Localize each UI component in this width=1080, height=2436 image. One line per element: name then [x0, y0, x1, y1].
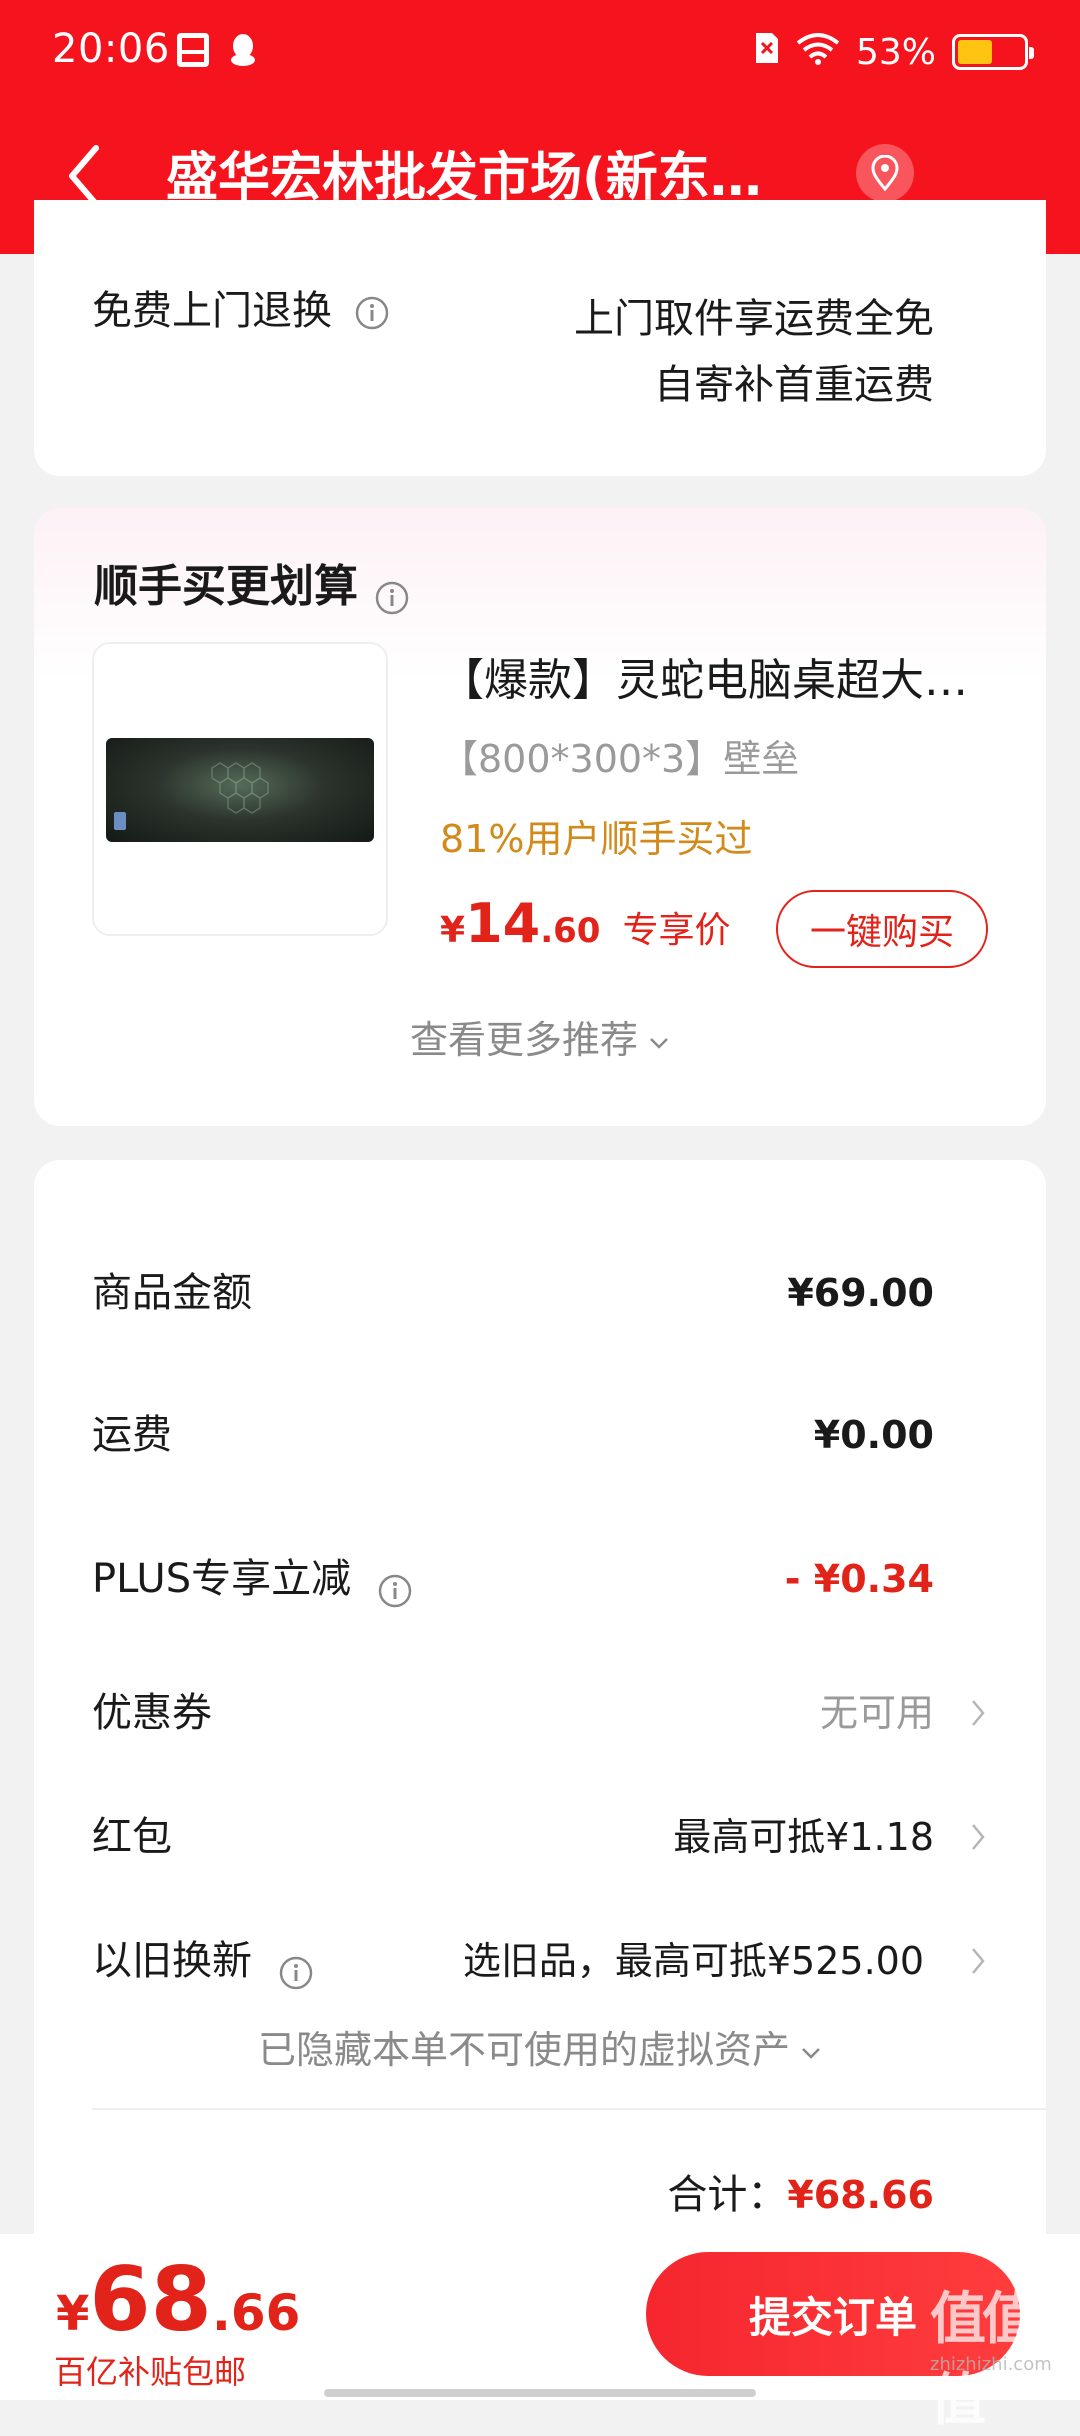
chevron-right-icon	[972, 1824, 985, 1850]
sim-off-icon	[754, 31, 780, 74]
price-decimal: .66	[211, 2284, 301, 2342]
info-icon[interactable]	[374, 569, 410, 615]
checkout-bar: ¥ 68 .66 百亿补贴包邮 提交订单 值值值 zhizhizhi.com	[0, 2234, 1080, 2433]
recommend-card: 顺手买更划算 【爆款】灵蛇电脑桌超大… 【800*300*3】壁垒 81%用户顺…	[34, 508, 1046, 1126]
battery-icon	[952, 34, 1034, 70]
chevron-down-icon	[802, 2047, 820, 2059]
battery-percent: 53%	[855, 31, 936, 73]
price-integer: 14	[465, 892, 541, 955]
row-label: 商品金额	[92, 1270, 252, 1316]
price-symbol: ¥	[56, 2286, 90, 2342]
hidden-assets-label: 已隐藏本单不可使用的虚拟资产	[257, 2028, 790, 2072]
row-label: 红包	[92, 1814, 172, 1860]
product-bought-rate: 81%用户顺手买过	[440, 817, 753, 861]
row-value: ¥69.00	[787, 1271, 934, 1315]
row-label-group: PLUS专享立减	[92, 1544, 413, 1614]
row-value: 选旧品，最高可抵¥525.00	[462, 1939, 924, 1983]
info-icon[interactable]	[278, 1943, 314, 1990]
home-indicator[interactable]	[324, 2389, 756, 2397]
return-service-line1: 上门取件享运费全免	[574, 296, 934, 342]
product-name[interactable]: 【爆款】灵蛇电脑桌超大…	[440, 642, 1010, 720]
hex-pattern-icon	[211, 762, 269, 814]
summary-row-goods-amount: 商品金额 ¥69.00	[92, 1258, 934, 1328]
product-image[interactable]	[92, 642, 388, 936]
return-service-label-group: 免费上门退换	[92, 286, 390, 336]
chevron-right-icon	[972, 1948, 985, 1974]
status-time: 20:06	[52, 26, 170, 72]
product-price: ¥ 14 .60 专享价	[440, 892, 730, 955]
order-total: 合计：¥68.66	[667, 2160, 934, 2230]
divider	[92, 2108, 1046, 2110]
return-service-line2: 自寄补首重运费	[654, 362, 934, 408]
more-recommendations-label: 查看更多推荐	[409, 1018, 638, 1062]
location-button[interactable]	[856, 144, 914, 202]
battery-level	[958, 40, 992, 64]
return-service-card: 免费上门退换 上门取件享运费全免 自寄补首重运费	[34, 200, 1046, 476]
row-value: ¥0.00	[813, 1413, 934, 1457]
info-icon[interactable]	[354, 293, 390, 330]
total-value: ¥68.66	[787, 2173, 934, 2217]
brand-logo	[114, 812, 126, 830]
recommend-title-group: 顺手买更划算	[94, 554, 410, 620]
chevron-down-icon	[650, 1037, 668, 1049]
return-service-detail: 上门取件享运费全免 自寄补首重运费	[574, 286, 934, 418]
row-label-group: 以旧换新	[92, 1926, 314, 1996]
price-symbol: ¥	[440, 910, 466, 951]
mouse-pad-picture	[106, 738, 374, 842]
row-label: PLUS专享立减	[92, 1556, 352, 1602]
summary-row-coupon[interactable]: 优惠券 无可用	[92, 1678, 985, 1748]
wifi-icon	[796, 31, 840, 74]
one-click-buy-button[interactable]: 一键购买	[776, 890, 988, 968]
summary-row-red-packet[interactable]: 红包 最高可抵¥1.18	[92, 1802, 985, 1872]
summary-row-plus-discount: PLUS专享立减 - ¥0.34	[92, 1544, 934, 1614]
return-service-label: 免费上门退换	[92, 288, 332, 334]
battery-cap	[1029, 47, 1034, 59]
product-spec: 【800*300*3】壁垒	[440, 737, 800, 781]
recommend-title: 顺手买更划算	[94, 561, 358, 612]
hidden-assets-toggle[interactable]: 已隐藏本单不可使用的虚拟资产	[34, 2020, 1046, 2080]
subsidy-note: 百亿补贴包邮	[54, 2353, 247, 2391]
row-label: 以旧换新	[92, 1938, 252, 1984]
qq-icon	[226, 32, 260, 68]
summary-row-shipping: 运费 ¥0.00	[92, 1400, 934, 1470]
price-note: 专享价	[622, 910, 731, 951]
row-value: - ¥0.34	[784, 1557, 934, 1601]
summary-row-trade-in[interactable]: 以旧换新 选旧品，最高可抵¥525.00	[92, 1926, 985, 1996]
row-label: 优惠券	[92, 1690, 212, 1736]
price-integer: 68	[89, 2248, 212, 2351]
more-recommendations-link[interactable]: 查看更多推荐	[34, 1010, 1046, 1070]
location-pin-icon	[871, 155, 899, 191]
row-value: 最高可抵¥1.18	[673, 1815, 934, 1859]
app-notification-icon	[176, 32, 210, 68]
status-right: 53%	[754, 26, 1034, 78]
chevron-right-icon	[972, 1700, 985, 1726]
order-summary-card: 商品金额 ¥69.00 运费 ¥0.00 PLUS专享立减 - ¥0.34 优惠…	[34, 1160, 1046, 2260]
row-value: 无可用	[819, 1691, 934, 1735]
checkout-price: ¥ 68 .66	[56, 2252, 300, 2348]
price-decimal: .60	[540, 911, 601, 951]
total-label: 合计：	[667, 2172, 788, 2218]
row-label: 运费	[92, 1412, 172, 1458]
watermark-url: zhizhizhi.com	[930, 2354, 1052, 2375]
watermark: 值值值 zhizhizhi.com	[930, 2274, 1070, 2433]
status-bar: 20:06 53%	[0, 0, 1080, 104]
info-icon[interactable]	[377, 1561, 413, 1608]
